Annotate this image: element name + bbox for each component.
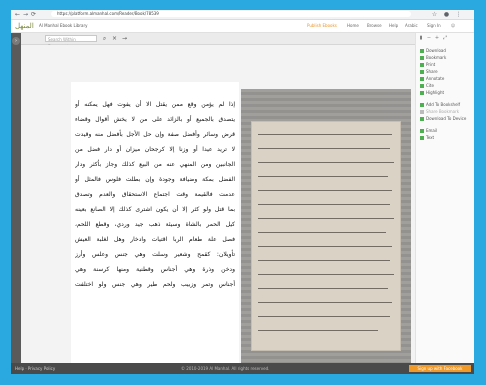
annotate-icon xyxy=(420,77,424,81)
back-icon[interactable]: ← xyxy=(14,11,21,18)
reload-icon[interactable]: ⟳ xyxy=(30,11,37,18)
bookshelf-icon xyxy=(420,103,424,107)
arrow-right-icon[interactable]: → xyxy=(121,35,128,42)
site-title: Al Manhal Ebook Library xyxy=(39,23,88,28)
text-line: أجناس وتمر وزبيب ولحم طير وهي جنس ولو اخ… xyxy=(75,281,235,288)
search-icon[interactable]: ⌕ xyxy=(101,35,108,42)
text-item[interactable]: Text xyxy=(420,134,434,141)
expand-panel-icon[interactable]: › xyxy=(12,37,20,45)
nav-home[interactable]: Home xyxy=(347,23,359,29)
cite-icon xyxy=(420,84,424,88)
text-icon xyxy=(420,136,424,140)
extension-icon[interactable]: ● xyxy=(443,11,450,18)
download-item[interactable]: Download xyxy=(420,47,446,54)
add-to-bookshelf-item[interactable]: Add To Bookshelf xyxy=(420,101,460,108)
email-item[interactable]: Email xyxy=(420,127,437,134)
print-icon xyxy=(420,63,424,67)
site-logo[interactable]: المنهل xyxy=(15,21,37,31)
text-line: ودخن وذرة وهي أجناس وقطنية ومنها كرسنة و… xyxy=(75,266,235,273)
forward-icon[interactable]: → xyxy=(22,11,29,18)
manuscript-page xyxy=(251,121,401,351)
text-line: تأويلان: كقمح وشعير وسلت وهي جنس وعلس وأ… xyxy=(75,251,235,258)
nav-help[interactable]: Help xyxy=(389,23,398,29)
app-frame: ← → ⟳ https://platform.almanhal.com/Read… xyxy=(11,10,474,374)
text-line: فصل علة طعام الربا اقتيات وادخار وهل لغل… xyxy=(75,236,235,243)
download-icon xyxy=(420,49,424,53)
transcription-page: إذا لم يؤمن وقع ممن يقتل الا أن يفوت فهل… xyxy=(71,82,239,364)
left-rail: › xyxy=(11,33,21,363)
share-bookmark-item[interactable]: Share Bookmark xyxy=(420,108,459,115)
site-header: المنهل Al Manhal Ebook Library Publish E… xyxy=(11,20,474,33)
highlight-item[interactable]: Highlight xyxy=(420,89,444,96)
publish-ebooks-link[interactable]: Publish Ebooks xyxy=(307,23,337,29)
highlight-icon xyxy=(420,91,424,95)
tools-panel: ▮ − + ⤢ Download Bookmark Print Share An… xyxy=(415,33,474,363)
text-line: كيل الحمر بالشاة وسيئة ذهب جيد وردي، وقط… xyxy=(75,221,235,228)
nav-arabic[interactable]: Arabic xyxy=(405,23,418,29)
text-line: إذا لم يؤمن وقع ممن يقتل الا أن يفوت فهل… xyxy=(75,101,235,108)
bookmark-icon xyxy=(420,56,424,60)
print-item[interactable]: Print xyxy=(420,61,435,68)
email-icon xyxy=(420,129,424,133)
text-line: قرض وسائر وأفضل صفة وإن حل الأجل بأفضل م… xyxy=(75,131,235,138)
bookmark-icon[interactable]: ▮ xyxy=(418,35,424,41)
document-viewer[interactable]: إذا لم يؤمن وقع ممن يقتل الا أن يفوت فهل… xyxy=(21,45,415,364)
text-line: لا تريد عيدا أو وزنا إلا كرجحان ميزان أو… xyxy=(75,146,235,153)
text-line: بما قتل ولو كثر إلا أن يكون اشترى كذلك إ… xyxy=(75,206,235,213)
user-icon[interactable]: ☺ xyxy=(451,23,455,29)
text-line: الجانبين ومن المنهي عنه من البيع كذلك وج… xyxy=(75,161,235,168)
manuscript-image xyxy=(241,89,411,363)
share-item[interactable]: Share xyxy=(420,68,438,75)
download-to-device-item[interactable]: Download To Device xyxy=(420,115,466,122)
close-icon[interactable]: × xyxy=(111,35,118,42)
site-footer: Help · Privacy Policy © 2010-2019 Al Man… xyxy=(11,363,474,374)
fullscreen-icon[interactable]: ⤢ xyxy=(442,35,448,41)
cite-item[interactable]: Cite xyxy=(420,82,434,89)
footer-links[interactable]: Help · Privacy Policy xyxy=(15,363,55,374)
annotate-item[interactable]: Annotate xyxy=(420,75,444,82)
reader-toolbar: Search Within Document ⌕ × → xyxy=(21,33,415,49)
facebook-signup-button[interactable]: Sign up with Facebook xyxy=(409,365,471,372)
text-line: عدمت فالقيمة وقت اجتماع الاستحقاق والعدم… xyxy=(75,191,235,198)
share-bookmark-icon xyxy=(420,110,424,114)
zoom-out-icon[interactable]: − xyxy=(426,35,432,41)
text-line: الفضل بمكة وضيافة وجودة وإن بطلت فلوس فا… xyxy=(75,176,235,183)
browser-chrome: ← → ⟳ https://platform.almanhal.com/Read… xyxy=(11,10,474,20)
nav-sign-in[interactable]: Sign In xyxy=(427,23,441,29)
text-line: يتصدق بالجميع أو بالزائد على من لا يخش أ… xyxy=(75,116,235,123)
bookmark-item[interactable]: Bookmark xyxy=(420,54,446,61)
address-bar[interactable]: https://platform.almanhal.com/Reader/Boo… xyxy=(51,11,411,17)
search-input[interactable]: Search Within Document xyxy=(45,35,97,49)
star-icon[interactable]: ☆ xyxy=(431,11,438,18)
device-icon xyxy=(420,117,424,121)
copyright: © 2010-2019 Al Manhal. All rights reserv… xyxy=(181,366,270,371)
menu-icon[interactable]: ⋮ xyxy=(455,11,462,18)
share-icon xyxy=(420,70,424,74)
zoom-in-icon[interactable]: + xyxy=(434,35,440,41)
nav-browse[interactable]: Browse xyxy=(367,23,382,29)
